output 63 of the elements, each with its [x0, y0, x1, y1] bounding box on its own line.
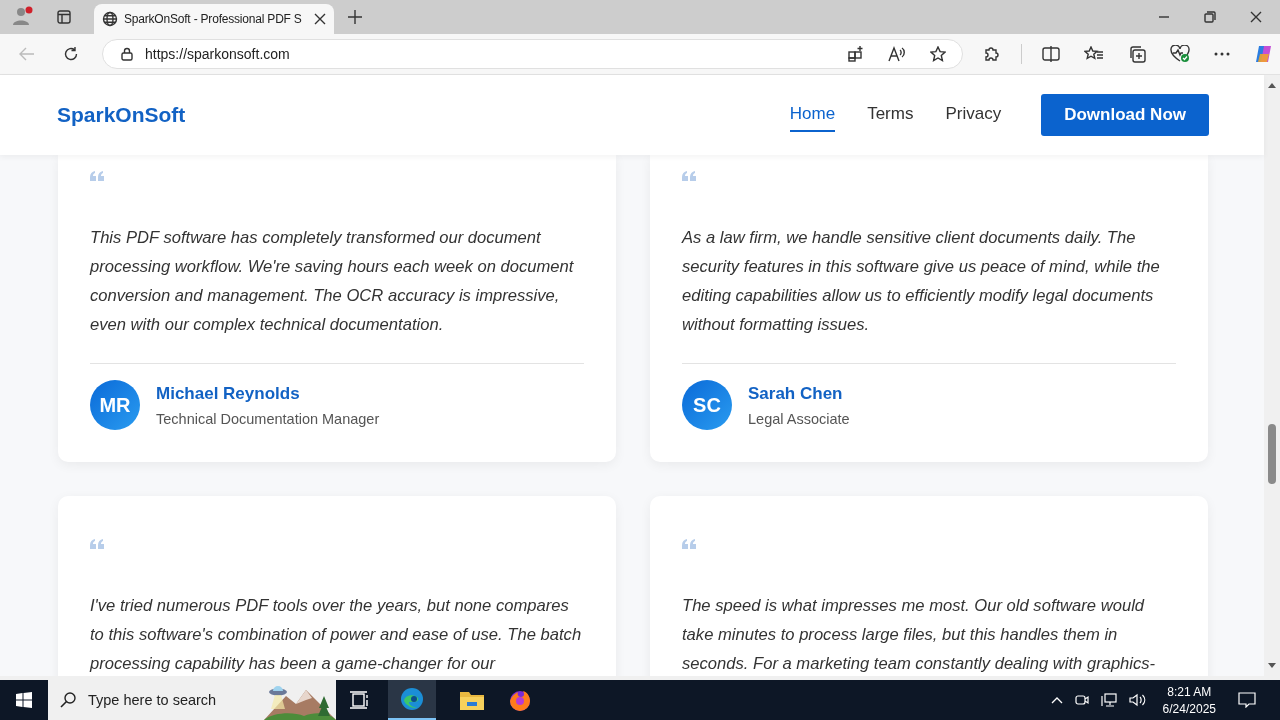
testimonial-quote: This PDF software has completely transformed our document processing workflow. We're saving hours each week on document conversion and management. The OCR accuracy is impressive, even with our complex technical documentation. — [90, 227, 575, 336]
scroll-down-icon[interactable] — [1268, 663, 1276, 668]
avatar: SC — [682, 380, 732, 430]
volume-icon[interactable] — [1128, 693, 1147, 707]
app-grid-icon[interactable] — [848, 46, 864, 62]
star-icon[interactable] — [930, 46, 946, 62]
puzzle-icon[interactable] — [983, 45, 1001, 63]
camera-icon[interactable] — [1074, 693, 1089, 707]
address-field[interactable]: https://sparkonsoft.com — [102, 39, 963, 69]
scroll-thumb[interactable] — [1268, 424, 1276, 484]
testimonial-quote: The speed is what impresses me most. Our old software would take minutes to process large files, but this handles them in seconds. For a marketing team constantly dealing with graphics- — [682, 595, 1157, 675]
favorites-icon[interactable] — [1084, 46, 1104, 62]
quote-icon — [90, 539, 104, 549]
task-view-icon[interactable] — [350, 691, 370, 709]
split-screen-icon[interactable] — [1042, 46, 1060, 62]
clock-date[interactable]: 6/24/2025 — [1162, 701, 1216, 716]
restore-icon[interactable] — [1204, 11, 1216, 23]
read-aloud-icon[interactable] — [888, 46, 906, 62]
lock-icon — [121, 47, 133, 61]
author-name: Sarah Chen — [748, 383, 844, 404]
browser-tab[interactable]: SparkOnSoft - Professional PDF S — [94, 4, 334, 34]
nav-link[interactable]: Home — [789, 98, 836, 132]
nav-link[interactable]: Terms — [867, 98, 914, 132]
copilot-icon[interactable] — [1254, 44, 1274, 64]
notifications-icon[interactable] — [1238, 692, 1256, 708]
author-name: Michael Reynolds — [156, 383, 301, 404]
clock-time[interactable]: 8:21 AM — [1167, 684, 1212, 699]
close-icon[interactable] — [1250, 11, 1262, 23]
site-logo[interactable]: SparkOnSoft — [57, 103, 186, 127]
collections-icon[interactable] — [1128, 45, 1146, 63]
fox-globe-icon[interactable] — [508, 688, 532, 712]
author-role: Legal Associate — [748, 410, 850, 427]
folder-icon[interactable] — [460, 690, 484, 710]
close-icon[interactable] — [314, 13, 326, 25]
scrollbar[interactable] — [1264, 75, 1280, 676]
tab-title: SparkOnSoft - Professional PDF S — [124, 12, 303, 26]
new-tab-icon[interactable] — [348, 10, 362, 24]
nav-link[interactable]: Privacy — [945, 98, 1002, 132]
quote-icon — [682, 171, 696, 181]
network-icon[interactable] — [1100, 693, 1117, 707]
quote-icon — [90, 171, 104, 181]
chevron-up-icon[interactable] — [1050, 696, 1063, 704]
scroll-up-icon[interactable] — [1268, 83, 1276, 88]
browser-swirl-icon — [400, 687, 424, 711]
tab-actions-icon[interactable] — [57, 10, 71, 24]
windows-start-icon[interactable] — [16, 692, 32, 708]
profile-icon[interactable] — [12, 6, 34, 26]
refresh-icon[interactable] — [63, 46, 79, 62]
search-placeholder: Type here to search — [88, 692, 217, 708]
more-icon[interactable] — [1214, 52, 1230, 56]
heart-pulse-icon[interactable] — [1170, 45, 1190, 63]
taskbar-search-field[interactable]: Type here to search — [48, 680, 336, 720]
download-button[interactable]: Download Now — [1041, 94, 1209, 136]
quote-icon — [682, 539, 696, 549]
mountain-ufo-drawing — [264, 684, 336, 720]
globe-icon — [102, 11, 118, 27]
testimonial-quote: I've tried numerous PDF tools over the years, but none compares to this software's combination of power and ease of use. The batch processing capability has been a game-changer for our — [90, 595, 583, 675]
avatar: MR — [90, 380, 140, 430]
testimonial-quote: As a law firm, we handle sensitive client documents daily. The security features in this software give us peace of mind, while the editing capabilities allow us to efficiently modify legal documents without formatting issues. — [682, 227, 1161, 336]
edge-taskbar-button[interactable] — [388, 680, 436, 720]
author-role: Technical Documentation Manager — [156, 410, 380, 427]
url-text: https://sparkonsoft.com — [145, 46, 290, 62]
search-icon — [60, 692, 76, 708]
